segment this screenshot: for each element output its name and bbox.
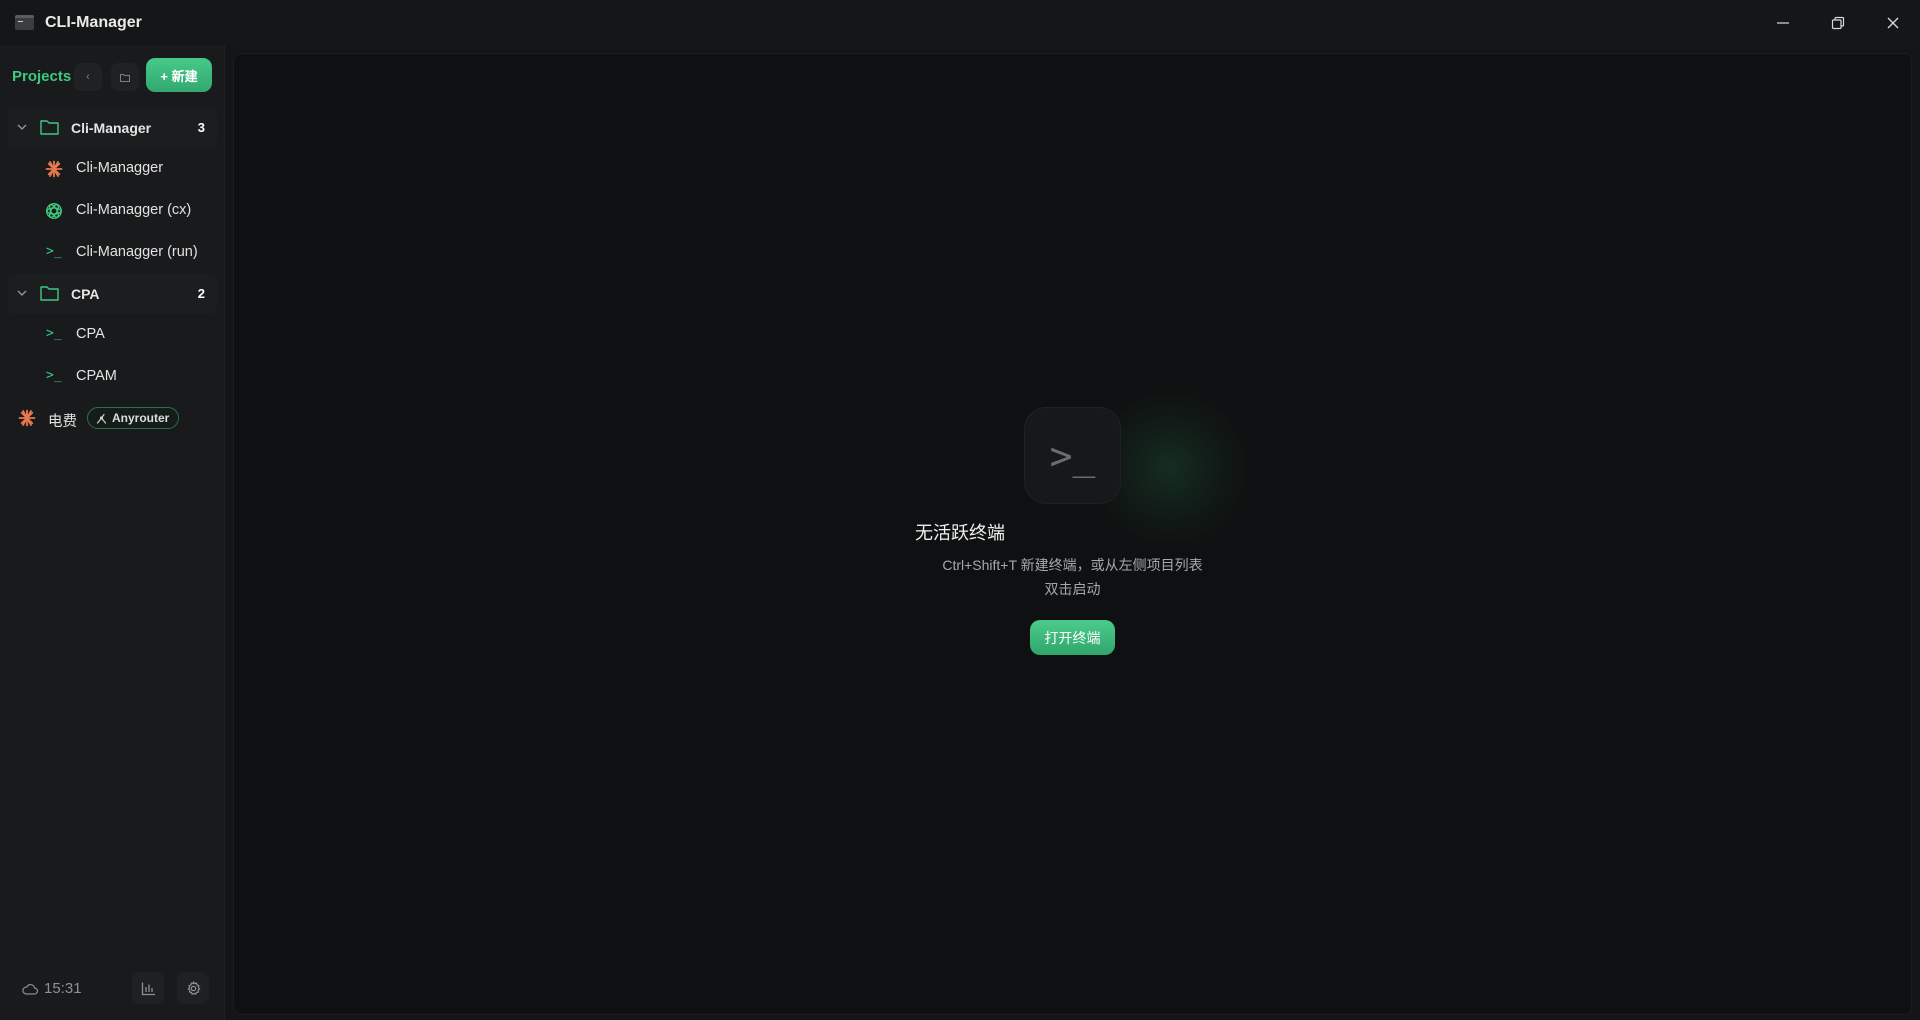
project-tree: Cli-Manager 3 Cli-Managger Cli-Managger …	[0, 108, 225, 438]
provider-badge[interactable]: Anyrouter	[87, 407, 180, 429]
projects-title: Projects	[12, 68, 72, 85]
folder-icon	[40, 286, 59, 301]
cloud-icon	[22, 984, 38, 995]
empty-desc-line: Ctrl+Shift+T 新建终端，或从左侧项目列表	[942, 557, 1203, 573]
minimize-icon	[1776, 21, 1789, 24]
new-project-button[interactable]: + 新建	[146, 58, 212, 92]
project-group-cli-manager[interactable]: Cli-Manager 3	[8, 108, 217, 148]
chevron-left-icon: ‹	[86, 71, 90, 83]
session-item[interactable]: >_ CPAM	[0, 356, 225, 398]
group-name: Cli-Manager	[71, 120, 152, 136]
claude-star-icon	[18, 409, 36, 427]
terminal-placeholder-icon: >_	[1024, 407, 1121, 504]
group-count: 2	[197, 286, 205, 301]
session-name: Cli-Managger	[76, 160, 164, 176]
folder-icon	[40, 120, 59, 135]
window-controls	[1755, 0, 1920, 45]
bar-chart-icon	[141, 982, 155, 995]
session-item[interactable]: Cli-Managger (cx)	[0, 190, 225, 232]
empty-state-description: Ctrl+Shift+T 新建终端，或从左侧项目列表 双击启动	[920, 553, 1225, 601]
session-item[interactable]: Cli-Managger	[0, 148, 225, 190]
chevron-down-icon	[17, 290, 27, 296]
stats-button[interactable]	[132, 972, 164, 1004]
restore-icon	[1831, 16, 1844, 29]
close-icon	[1887, 17, 1898, 28]
empty-desc-line: 双击启动	[1044, 581, 1101, 597]
title-bar: CLI-Manager	[0, 0, 1920, 45]
claude-star-icon	[45, 160, 63, 178]
settings-button[interactable]	[177, 972, 209, 1004]
loose-session-item[interactable]: 电费 Anyrouter	[0, 398, 225, 438]
session-item[interactable]: >_ CPA	[0, 314, 225, 356]
folder-icon	[120, 73, 130, 82]
session-name: CPAM	[76, 368, 117, 384]
group-count: 3	[197, 120, 205, 135]
app-terminal-icon	[15, 15, 34, 30]
minimize-button[interactable]	[1755, 0, 1810, 45]
session-name: Cli-Managger (run)	[76, 244, 198, 260]
sidebar-footer: 15:31	[0, 958, 225, 1020]
terminal-icon: >_	[46, 244, 62, 259]
restore-button[interactable]	[1810, 0, 1865, 45]
close-button[interactable]	[1865, 0, 1920, 45]
session-name: Cli-Managger (cx)	[76, 202, 192, 218]
router-icon	[96, 413, 107, 424]
clock-time: 15:31	[44, 980, 82, 997]
openai-icon	[46, 203, 62, 219]
session-item[interactable]: >_ Cli-Managger (run)	[0, 232, 225, 274]
app-title: CLI-Manager	[45, 13, 142, 31]
session-name: CPA	[76, 326, 105, 342]
badge-label: Anyrouter	[112, 411, 170, 425]
terminal-icon: >_	[46, 368, 62, 383]
open-folder-button[interactable]	[111, 63, 139, 91]
gear-icon	[186, 980, 200, 995]
session-name: 电费	[48, 414, 77, 430]
collapse-button[interactable]: ‹	[74, 63, 102, 91]
open-terminal-button[interactable]: 打开终端	[1030, 620, 1115, 655]
chevron-down-icon	[17, 124, 27, 130]
terminal-icon: >_	[46, 326, 62, 341]
group-name: CPA	[71, 286, 100, 302]
project-group-cpa[interactable]: CPA 2	[8, 274, 217, 314]
empty-state-title: 无活跃终端	[915, 523, 1005, 543]
